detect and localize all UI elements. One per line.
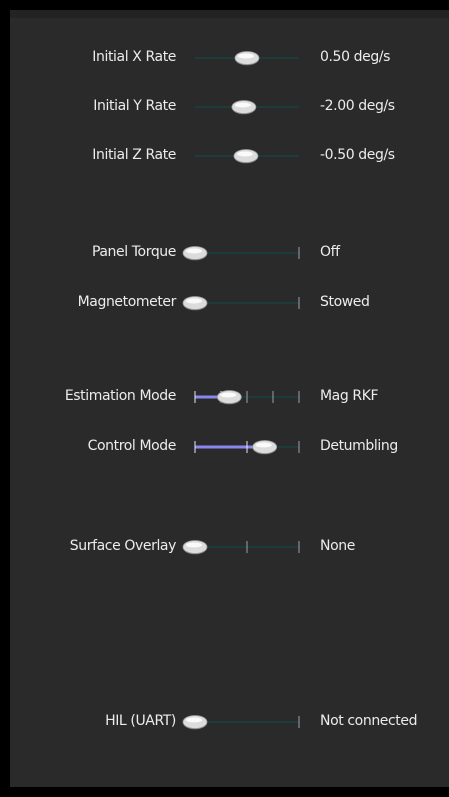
control-mode-label: Control Mode [87,438,177,454]
surface-overlay-value: None [320,538,355,554]
init-y-rate-slider-graphic [195,100,299,115]
init-x-rate-slider-graphic [195,51,299,66]
init-x-rate-value: 0.50 deg/s [320,49,391,65]
magnetometer-value: Stowed [320,294,370,310]
estimation-mode-slider[interactable] [189,386,300,408]
init-z-rate-slider-graphic [195,149,299,164]
control-mode-slider-knob[interactable] [252,440,278,455]
init-z-rate-label: Initial Z Rate [92,147,176,163]
init-z-rate-value: -0.50 deg/s [320,147,395,163]
estimation-mode-slider-knob[interactable] [216,390,242,405]
magnetometer-slider-knob[interactable] [182,296,208,311]
panel-torque-slider[interactable] [182,242,300,264]
estimation-mode-label: Estimation Mode [64,388,177,404]
control-row-surface-overlay: Surface Overlay None [10,534,449,560]
hil-uart-slider-knob[interactable] [182,715,208,730]
control-mode-slider-graphic [194,440,300,455]
control-row-hil-uart: HIL (UART) Not connected [10,709,449,735]
hil-uart-slider[interactable] [182,711,300,733]
surface-overlay-slider[interactable] [182,536,300,558]
hil-uart-label: HIL (UART) [105,713,176,729]
init-z-rate-slider[interactable] [189,145,299,167]
magnetometer-label: Magnetometer [77,294,177,310]
surface-overlay-label: Surface Overlay [69,538,177,554]
estimation-mode-value: Mag RKF [320,388,379,404]
panel-torque-label: Panel Torque [91,244,176,260]
control-row-magnetometer: Magnetometer Stowed [10,290,449,316]
init-x-rate-label: Initial X Rate [92,49,176,65]
control-row-init-x-rate: Initial X Rate 0.50 deg/s [10,45,449,71]
init-y-rate-label: Initial Y Rate [93,98,176,114]
surface-overlay-slider-graphic [182,540,300,555]
surface-overlay-slider-knob[interactable] [182,540,208,555]
control-row-init-y-rate: Initial Y Rate -2.00 deg/s [10,94,449,120]
estimation-mode-slider-graphic [194,390,300,405]
hil-uart-slider-graphic [182,715,300,730]
control-row-panel-torque: Panel Torque Off [10,240,449,266]
panel-header-strip [10,10,449,18]
magnetometer-slider-graphic [182,296,300,311]
settings-panel: Initial X Rate 0.50 deg/s Initial Y Rate -2… [10,10,449,787]
control-mode-slider[interactable] [189,436,300,458]
panel-torque-slider-knob[interactable] [182,246,208,261]
init-y-rate-value: -2.00 deg/s [320,98,395,114]
panel-torque-slider-graphic [182,246,300,261]
panel-torque-value: Off [320,244,340,260]
hil-uart-value: Not connected [320,713,418,729]
init-x-rate-slider-knob[interactable] [234,51,260,66]
control-mode-value: Detumbling [320,438,398,454]
control-row-control-mode: Control Mode Detumbling [10,434,449,460]
init-z-rate-slider-knob[interactable] [233,149,259,164]
init-x-rate-slider[interactable] [189,47,299,69]
init-y-rate-slider-knob[interactable] [231,100,257,115]
magnetometer-slider[interactable] [182,292,300,314]
control-row-estimation-mode: Estimation Mode Mag RKF [10,384,449,410]
init-y-rate-slider[interactable] [189,96,299,118]
control-row-init-z-rate: Initial Z Rate -0.50 deg/s [10,143,449,169]
